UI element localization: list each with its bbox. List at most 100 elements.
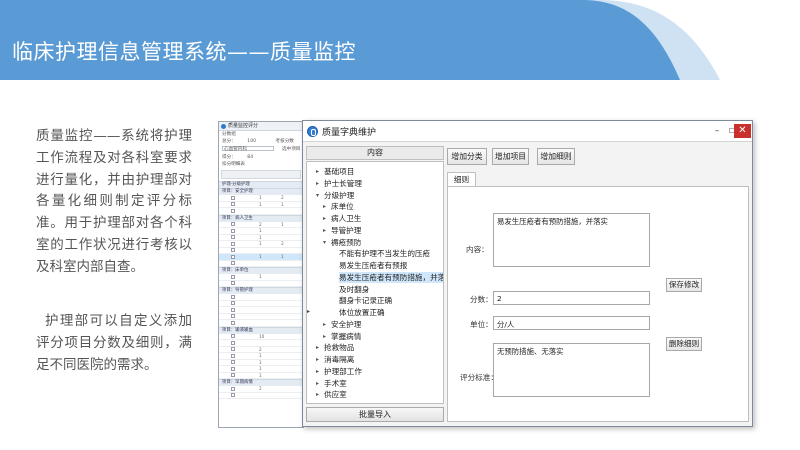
chevron-down-icon[interactable]: ▾ — [323, 237, 326, 248]
bg-dept-value: 心血管内科 — [224, 147, 247, 152]
chevron-right-icon[interactable]: ▸ — [316, 178, 319, 189]
tree-item[interactable]: 翻身卡记录正确 — [339, 295, 392, 306]
table-row[interactable] — [219, 393, 303, 399]
table-row[interactable]: 1 — [219, 373, 303, 379]
score-input[interactable]: 2 — [493, 291, 650, 305]
tree-item[interactable]: ▸ 病人卫生 — [323, 213, 362, 224]
bg-group[interactable]: 项目：输液输血 — [219, 326, 303, 334]
tree-panel: 内容 ▸ ▸ 基础项目 ▸ 护士长管理 ▾ 分级护理 ▸ 床单位 ▸ 病人卫生 ▸ 导管护理 ▾ 褥疮预防… — [306, 146, 444, 422]
close-button[interactable]: ✕ — [734, 124, 751, 138]
tree-item[interactable]: ▸ 抢救物品 — [316, 342, 355, 353]
bg-label-total: 总分： — [222, 139, 236, 144]
detail-panel: 增加分类 增加项目 增加细则 细则 内容： 易发生压疮者有预防措施，并落实 分数… — [447, 146, 749, 422]
tree-item[interactable]: ▸ 护理部工作 — [316, 366, 362, 377]
detail-form: 内容： 易发生压疮者有预防措施，并落实 分数： 2 保存修改 单位： 分/人 删… — [447, 186, 749, 422]
bg-group[interactable]: 项目：安全护理 — [219, 188, 303, 195]
bg-value-total: 100 — [247, 139, 257, 144]
tree-item[interactable]: ▸ 消毒隔离 — [316, 354, 355, 365]
bg-group[interactable]: 项目：病人卫生 — [219, 214, 303, 222]
delete-detail-button[interactable]: 删除细则 — [666, 337, 702, 351]
tree-item-label: 病人卫生 — [331, 214, 362, 223]
tree-item[interactable]: 易发生压疮者有预报 — [339, 260, 407, 271]
tree-item[interactable]: ▸ 导管护理 — [323, 225, 362, 236]
page-title: 临床护理信息管理系统——质量监控 — [12, 40, 356, 64]
tree-item-label: 基础项目 — [324, 167, 355, 176]
tree-item[interactable]: ▸ 护士长管理 — [316, 178, 362, 189]
tree-item[interactable]: 不能有护理不当发生的压疮 — [339, 248, 430, 259]
app-logo-icon — [307, 126, 318, 137]
tree-item[interactable]: ▾ 分级护理 — [316, 190, 355, 201]
batch-import-button[interactable]: 批量导入 — [306, 407, 444, 422]
content-textarea[interactable]: 易发生压疮者有预防措施，并落实 — [493, 213, 650, 267]
tab-detail[interactable]: 细则 — [447, 172, 476, 186]
bg-group[interactable]: 项目：导管护理 — [219, 287, 303, 294]
tree-item-label: 手术室 — [324, 378, 347, 388]
add-detail-button[interactable]: 增加细则 — [537, 148, 575, 165]
table-row[interactable] — [219, 261, 303, 267]
minimize-button[interactable]: – — [709, 124, 725, 138]
tree-item-label: 褥疮预防 — [331, 237, 362, 247]
unit-label: 单位： — [470, 320, 493, 329]
tree-item-label: 消毒隔离 — [324, 355, 355, 364]
add-category-button[interactable]: 增加分类 — [447, 148, 487, 165]
chevron-right-icon[interactable]: ▸ — [316, 378, 319, 389]
chevron-down-icon[interactable]: ▾ — [316, 190, 319, 201]
chevron-right-icon[interactable]: ▸ — [307, 308, 310, 315]
table-row[interactable] — [219, 208, 303, 215]
chevron-right-icon[interactable]: ▸ — [316, 166, 319, 177]
chevron-right-icon[interactable]: ▸ — [323, 225, 326, 236]
unit-input[interactable]: 分/人 — [493, 316, 650, 330]
bg-value-score: 84 — [247, 155, 254, 160]
bg-label-score: 得分： — [222, 155, 236, 160]
tree-item-label: 分级护理 — [324, 190, 355, 200]
bg-label-deduction: 扣分明细表 — [222, 162, 245, 167]
content-label: 内容： — [466, 245, 489, 254]
tree-item[interactable]: 及时翻身 — [339, 284, 369, 295]
bg-group[interactable]: 项目：早期病情 — [219, 379, 303, 386]
save-changes-button[interactable]: 保存修改 — [666, 278, 702, 292]
tree-item[interactable]: ▾ 褥疮预防 — [323, 237, 362, 248]
chevron-right-icon[interactable]: ▸ — [323, 201, 326, 212]
table-row[interactable] — [219, 281, 303, 287]
add-item-button[interactable]: 增加项目 — [492, 148, 529, 165]
category-tree[interactable]: ▸ ▸ 基础项目 ▸ 护士长管理 ▾ 分级护理 ▸ 床单位 ▸ 病人卫生 ▸ 导管护理 ▾ 褥疮预防 不能有… — [306, 161, 444, 404]
tree-item[interactable]: ▸ 床单位 — [323, 201, 354, 212]
score-label: 分数： — [470, 295, 493, 304]
chevron-right-icon[interactable]: ▸ — [316, 354, 319, 365]
table-row[interactable] — [219, 320, 303, 327]
quality-score-window-title: 质量监控评分 — [219, 122, 303, 131]
bg-toolbar — [221, 170, 301, 179]
chevron-right-icon[interactable]: ▸ — [316, 366, 319, 377]
tree-item-label: 抢救物品 — [324, 343, 355, 353]
tree-item-label: 床单位 — [331, 202, 354, 212]
bg-label-exam-score: 考核分数 — [275, 139, 294, 144]
chevron-right-icon[interactable]: ▸ — [316, 389, 319, 400]
bg-label-selected-item: 选中项目 — [282, 147, 301, 152]
chevron-right-icon[interactable]: ▸ — [323, 213, 326, 224]
tree-item-label: 掌握病情 — [331, 331, 362, 341]
tree-header: 内容 — [306, 146, 444, 160]
tree-item[interactable]: ▸ 掌握病情 — [323, 331, 362, 342]
bg-label-score-group: 分数组 — [222, 132, 236, 137]
tree-item[interactable]: 体位放置正确 — [339, 307, 385, 318]
tree-item[interactable]: 易发生压疮者有预防措施，并落实 — [339, 271, 443, 283]
chevron-right-icon[interactable]: ▸ — [323, 331, 326, 342]
dialog-titlebar[interactable]: 质量字典维护 – ☐ ✕ — [303, 121, 752, 142]
tree-item-label: 护理部工作 — [324, 366, 362, 376]
tree-item-label: 护士长管理 — [324, 178, 362, 188]
tree-item-label: 导管护理 — [331, 225, 362, 235]
tree-item[interactable]: ▸ 手术室 — [316, 378, 347, 389]
chevron-right-icon[interactable]: ▸ — [316, 342, 319, 353]
description-paragraph-2: 护理部可以自定义添加评分项目分数及细则，满足不同医院的需求。 — [36, 313, 192, 373]
quality-score-window: 质量监控评分 分数组 总分： 100 考核分数 心血管内科 选中项目 得分： 8… — [218, 121, 304, 428]
bg-group[interactable]: 项目：床单位 — [219, 267, 303, 274]
tree-item[interactable]: ▸ 基础项目 — [316, 166, 355, 177]
tree-item[interactable]: ▸ 供应室 — [316, 389, 347, 400]
quality-dictionary-dialog: 质量字典维护 – ☐ ✕ 内容 ▸ ▸ 基础项目 ▸ 护士长管理 ▾ 分级护理 ▸ 床单位 ▸ 病… — [302, 120, 753, 427]
tree-item[interactable]: ▸ 安全护理 — [323, 319, 361, 330]
chevron-right-icon[interactable]: ▸ — [323, 319, 326, 330]
dialog-title: 质量字典维护 — [322, 128, 377, 138]
bg-group[interactable]: 护理·分级护理 — [219, 181, 303, 188]
description-paragraph-1: 质量监控——系统将护理工作流程及对各科室要求进行量化，并由护理部对各量化细则制定… — [36, 128, 192, 275]
criteria-textarea[interactable]: 无预防措施、无落实 — [493, 343, 650, 397]
